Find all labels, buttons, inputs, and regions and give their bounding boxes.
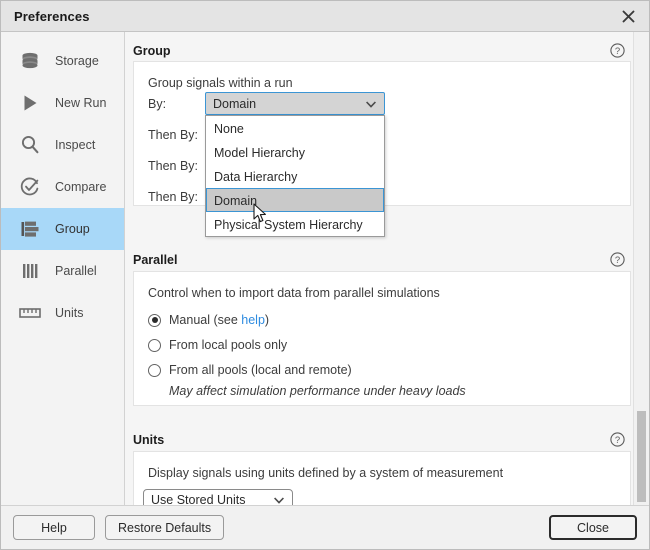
units-description: Display signals using units defined by a… [148,466,503,480]
dropdown-option-domain[interactable]: Domain [206,188,384,212]
radio-manual-mark [148,314,161,327]
dialog-body: Storage New Run Inspect [1,32,649,505]
help-button[interactable]: Help [13,515,95,540]
window-title: Preferences [14,9,90,24]
restore-defaults-button[interactable]: Restore Defaults [105,515,224,540]
sidebar-label-compare: Compare [55,180,106,194]
close-button[interactable]: Close [549,515,637,540]
units-value: Use Stored Units [151,493,245,505]
radio-manual-text-before: Manual (see [169,313,241,327]
radio-local-pools-mark [148,339,161,352]
scrollbar-thumb[interactable] [637,411,646,502]
group-by-value: Domain [213,97,256,111]
sidebar-label-new-run: New Run [55,96,106,110]
parallel-section-header: Parallel [133,253,177,267]
units-help-icon[interactable]: ? [610,432,625,447]
parallel-note: May affect simulation performance under … [169,384,466,398]
parallel-help-icon[interactable]: ? [610,252,625,267]
play-triangle-icon [15,92,45,114]
group-by-dropdown-list[interactable]: None Model Hierarchy Data Hierarchy Doma… [205,115,385,237]
vertical-bars-icon [15,260,45,282]
group-panel: Group signals within a run By: Then By: … [133,61,631,206]
sidebar-item-inspect[interactable]: Inspect [1,124,124,166]
preferences-dialog: Preferences [0,0,650,550]
chevron-down-icon [274,493,284,505]
units-combobox[interactable]: Use Stored Units [143,489,293,505]
sidebar-item-group[interactable]: Group [1,208,124,250]
sidebar-item-parallel[interactable]: Parallel [1,250,124,292]
parallel-description: Control when to import data from paralle… [148,286,440,300]
sidebar-label-inspect: Inspect [55,138,95,152]
svg-text:?: ? [615,255,620,266]
sidebar-label-units: Units [55,306,83,320]
radio-all-pools-mark [148,364,161,377]
vertical-scrollbar[interactable] [633,32,649,505]
title-bar: Preferences [1,1,649,32]
scroll-content: Group ? Group signals within a run By: T… [125,32,649,505]
radio-all-pools[interactable]: From all pools (local and remote) [148,363,352,377]
group-then-by-label-2: Then By: [148,159,198,173]
group-description: Group signals within a run [148,76,293,90]
dialog-footer: Help Restore Defaults Close [1,505,649,549]
units-section-header: Units [133,433,164,447]
dropdown-option-data-hierarchy[interactable]: Data Hierarchy [206,164,384,188]
sidebar-label-group: Group [55,222,90,236]
sidebar-label-parallel: Parallel [55,264,97,278]
group-bars-icon [15,218,45,240]
sidebar-item-new-run[interactable]: New Run [1,82,124,124]
dropdown-option-model-hierarchy[interactable]: Model Hierarchy [206,140,384,164]
group-section-header: Group [133,44,171,58]
group-then-by-label-3: Then By: [148,190,198,204]
dropdown-option-none[interactable]: None [206,116,384,140]
parallel-help-link[interactable]: help [241,313,265,327]
sidebar-item-compare[interactable]: Compare [1,166,124,208]
group-help-icon[interactable]: ? [610,43,625,58]
database-icon [15,50,45,72]
magnifier-icon [15,134,45,156]
radio-local-pools[interactable]: From local pools only [148,338,287,352]
radio-manual[interactable]: Manual (see help) [148,313,269,327]
sidebar: Storage New Run Inspect [1,32,125,505]
sidebar-label-storage: Storage [55,54,99,68]
svg-text:?: ? [615,46,620,57]
radio-manual-text-after: ) [265,313,269,327]
parallel-panel: Control when to import data from paralle… [133,271,631,406]
units-panel: Display signals using units defined by a… [133,451,631,505]
dropdown-option-physical-system-hierarchy[interactable]: Physical System Hierarchy [206,212,384,236]
sidebar-item-storage[interactable]: Storage [1,40,124,82]
radio-all-pools-label: From all pools (local and remote) [169,363,352,377]
group-by-label: By: [148,97,166,111]
check-circle-icon [15,176,45,198]
preferences-content: Group ? Group signals within a run By: T… [125,32,649,505]
close-icon[interactable] [617,5,639,27]
group-by-combobox[interactable]: Domain [205,92,385,115]
chevron-down-icon [366,97,376,111]
ruler-icon [15,302,45,324]
radio-local-pools-label: From local pools only [169,338,287,352]
group-then-by-label-1: Then By: [148,128,198,142]
svg-text:?: ? [615,435,620,446]
sidebar-item-units[interactable]: Units [1,292,124,334]
radio-manual-label: Manual (see help) [169,313,269,327]
